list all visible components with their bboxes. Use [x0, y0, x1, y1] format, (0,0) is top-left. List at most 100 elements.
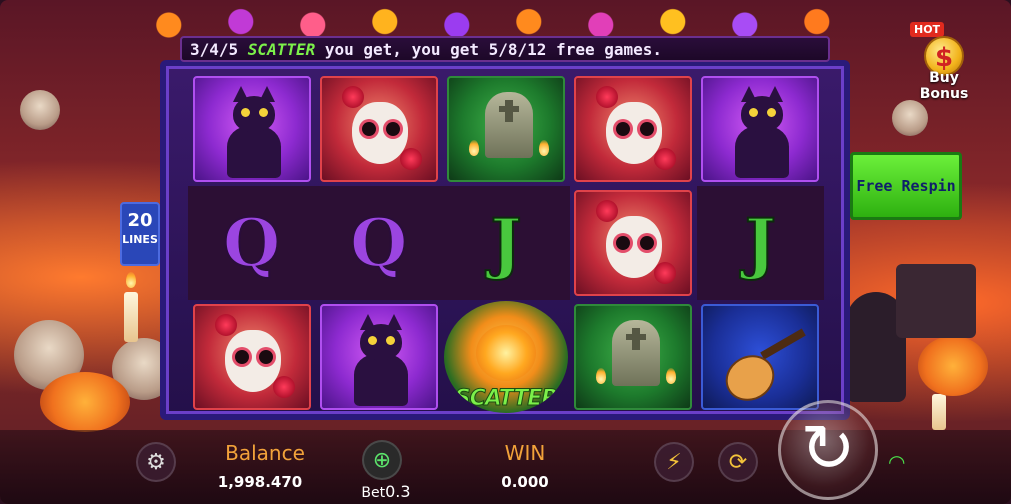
cat-body: [353, 354, 408, 406]
guitar-neck: [760, 328, 807, 360]
catrina-symbol: [192, 304, 311, 410]
tombstone-symbol: [574, 304, 693, 410]
gear-icon: ⚙: [146, 449, 166, 475]
paylines-badge: 20 LINES: [120, 202, 160, 266]
bet-display: Bet0.3: [356, 482, 416, 501]
balance-value: 1,998.470: [217, 473, 303, 491]
catrina-face: [224, 330, 281, 392]
bet-label: Bet: [361, 485, 386, 501]
reel-cell: [315, 72, 442, 186]
scatter-symbol: SCATTER: [443, 301, 568, 413]
catrina-eye: [385, 122, 400, 136]
tombstone-cross: [626, 334, 647, 340]
tomb-candle-flame: [596, 368, 607, 384]
reel-cell: SCATTER: [442, 300, 569, 414]
paylines-label: LINES: [122, 233, 158, 246]
cat-body: [226, 126, 281, 178]
turbo-button[interactable]: ⚡: [654, 442, 694, 482]
reel-cell: [697, 300, 824, 414]
buy-bonus-button[interactable]: HOT $ Buy Bonus: [904, 20, 984, 102]
catrina-eye: [258, 350, 273, 364]
catrina-symbol: [319, 76, 438, 182]
reel-cell: [188, 300, 315, 414]
cat-symbol: [319, 304, 438, 410]
rose: [399, 148, 422, 170]
reel-cell: [442, 72, 569, 186]
coffin-decoration: [896, 264, 976, 338]
rose: [596, 86, 619, 108]
spin-button[interactable]: ↻: [778, 400, 878, 500]
rose: [272, 376, 295, 398]
reel-cell: [570, 300, 697, 414]
paylines-number: 20: [127, 210, 153, 231]
reel-cell: Q: [315, 186, 443, 300]
reel-cell: J: [696, 186, 824, 300]
rose: [654, 148, 677, 170]
ticker-scatter-word: SCATTER: [247, 40, 316, 59]
marigold-left: [40, 372, 130, 432]
wifi-icon: ◠: [888, 450, 906, 474]
free-respin-button[interactable]: Free Respin: [850, 152, 962, 220]
rose: [596, 200, 619, 222]
catrina-symbol: [574, 76, 693, 182]
guitar-body: [717, 346, 783, 408]
win-value: 0.000: [501, 473, 549, 491]
rose: [341, 86, 364, 108]
hot-badge: HOT: [910, 22, 945, 37]
cat-eye: [367, 336, 377, 345]
letter-j-symbol: J: [744, 203, 777, 283]
candle-left: [124, 292, 138, 342]
game-frame: 3/4/5 SCATTER you get, you get 5/8/12 fr…: [0, 0, 1011, 504]
cat-head: [359, 324, 402, 360]
candle-right: [932, 394, 946, 430]
rules-ticker: 3/4/5 SCATTER you get, you get 5/8/12 fr…: [180, 36, 830, 62]
reel-cell: [570, 72, 697, 186]
lightning-icon: ⚡: [666, 449, 682, 475]
skull-decoration-top-left: [20, 90, 60, 130]
cat-head: [741, 96, 784, 132]
catrina-symbol: [574, 190, 693, 296]
letter-q-symbol: Q: [222, 203, 281, 283]
tomb-candle-flame: [666, 368, 677, 384]
autoplay-icon: ⟳: [728, 449, 748, 475]
cat-eye: [385, 336, 395, 345]
balance-label: Balance: [225, 441, 305, 465]
cat-head: [232, 96, 275, 132]
coin-stack-icon: ⊕: [372, 447, 392, 473]
tombstone-cross: [498, 106, 519, 112]
tomb-candle-flame: [538, 140, 549, 156]
cat-symbol: [192, 76, 311, 182]
bet-value: 0.3: [385, 482, 411, 501]
spin-icon: ↻: [800, 410, 856, 487]
settings-button[interactable]: ⚙: [136, 442, 176, 482]
autoplay-button[interactable]: ⟳: [718, 442, 758, 482]
reel-cell: [188, 72, 315, 186]
rose: [214, 314, 237, 336]
reel-grid: Q Q J J SCATTER: [188, 72, 824, 414]
tombstone-symbol: [446, 76, 565, 182]
scatter-label: SCATTER: [454, 386, 558, 412]
cat-body: [735, 126, 790, 178]
catrina-eye: [234, 350, 249, 364]
reel-cell: [570, 186, 697, 300]
reel-cell: [315, 300, 442, 414]
catrina-eye: [361, 122, 376, 136]
rose: [654, 262, 677, 284]
catrina-face: [351, 102, 408, 164]
cat-symbol: [701, 76, 820, 182]
ticker-prefix: 3/4/5: [190, 40, 248, 59]
letter-q-symbol: Q: [349, 203, 408, 283]
reel-cell: Q: [188, 186, 316, 300]
reel-cell: J: [442, 186, 570, 300]
ticker-suffix: you get, you get 5/8/12 free games.: [315, 40, 663, 59]
marigold-flower: [475, 325, 536, 381]
free-respin-label: Free Respin: [856, 177, 956, 195]
marigold-right: [918, 336, 988, 396]
skull-decoration-right: [892, 100, 928, 136]
bet-button[interactable]: ⊕: [362, 440, 402, 480]
win-label: WIN: [504, 441, 546, 465]
reel-cell: [697, 72, 824, 186]
letter-j-symbol: J: [489, 203, 522, 283]
buy-bonus-label: Buy Bonus: [919, 70, 969, 102]
tomb-candle-flame: [468, 140, 479, 156]
